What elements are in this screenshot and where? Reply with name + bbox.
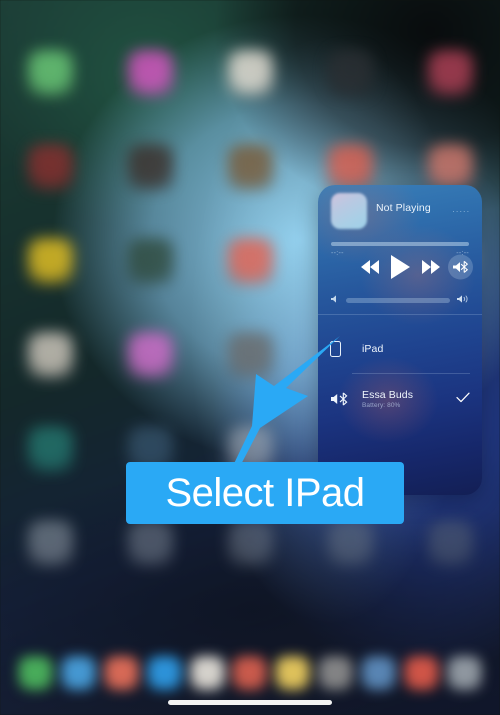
play-icon[interactable]	[390, 255, 410, 279]
now-playing-section: Not Playing ····· --:-- --:--	[318, 185, 482, 309]
rewind-icon[interactable]	[360, 260, 379, 274]
app-icon[interactable]	[26, 520, 74, 567]
app-icon[interactable]	[26, 238, 74, 285]
device-name: iPad	[362, 343, 384, 355]
device-battery-label: Battery: 80%	[362, 402, 401, 409]
dock-icon[interactable]	[318, 655, 354, 691]
app-icon[interactable]	[126, 238, 174, 285]
app-icon[interactable]	[426, 520, 474, 567]
dock-icon[interactable]	[103, 655, 139, 691]
app-icon[interactable]	[326, 50, 374, 97]
app-icon[interactable]	[226, 144, 274, 191]
app-icon[interactable]	[26, 332, 74, 379]
app-icon[interactable]	[426, 144, 474, 191]
more-options-icon[interactable]: ·····	[452, 206, 470, 216]
app-icon[interactable]	[326, 144, 374, 191]
dock-icon[interactable]	[446, 655, 482, 691]
dock-icon[interactable]	[404, 655, 440, 691]
app-icon[interactable]	[226, 238, 274, 285]
app-icon[interactable]	[126, 144, 174, 191]
speaker-low-icon	[330, 291, 340, 309]
app-icon[interactable]	[126, 50, 174, 97]
app-icon[interactable]	[226, 520, 274, 567]
device-list-divider	[352, 373, 470, 374]
app-icon[interactable]	[326, 520, 374, 567]
home-indicator	[168, 700, 332, 705]
app-icon[interactable]	[26, 144, 74, 191]
panel-divider	[318, 314, 482, 315]
device-name: Essa Buds	[362, 389, 414, 401]
annotation-callout: Select IPad	[126, 462, 404, 524]
app-icon[interactable]	[126, 520, 174, 567]
pointer-arrow-icon	[230, 336, 340, 474]
dock-icon[interactable]	[60, 655, 96, 691]
app-icon[interactable]	[126, 332, 174, 379]
dock	[18, 648, 482, 698]
volume-control[interactable]	[330, 291, 470, 309]
annotation-label: Select IPad	[165, 471, 365, 515]
app-icon[interactable]	[26, 50, 74, 97]
fast-forward-icon[interactable]	[421, 260, 440, 274]
dock-icon[interactable]	[275, 655, 311, 691]
progress-track[interactable]	[331, 242, 469, 246]
album-art-icon	[331, 193, 367, 229]
speaker-high-icon	[456, 291, 470, 309]
app-icon[interactable]	[26, 426, 74, 473]
ipad-home-screen: Not Playing ····· --:-- --:-- iPad Essa …	[0, 0, 500, 715]
dock-icon[interactable]	[189, 655, 225, 691]
selected-check-icon	[456, 390, 470, 408]
volume-track[interactable]	[346, 297, 450, 303]
app-icon[interactable]	[426, 50, 474, 97]
now-playing-title: Not Playing	[376, 202, 431, 214]
transport-controls	[318, 254, 482, 280]
dock-icon[interactable]	[18, 655, 53, 691]
dock-icon[interactable]	[232, 655, 268, 691]
dock-icon[interactable]	[361, 655, 397, 691]
dock-icon[interactable]	[146, 655, 182, 691]
airplay-audio-icon[interactable]	[448, 254, 473, 280]
app-icon[interactable]	[226, 50, 274, 97]
